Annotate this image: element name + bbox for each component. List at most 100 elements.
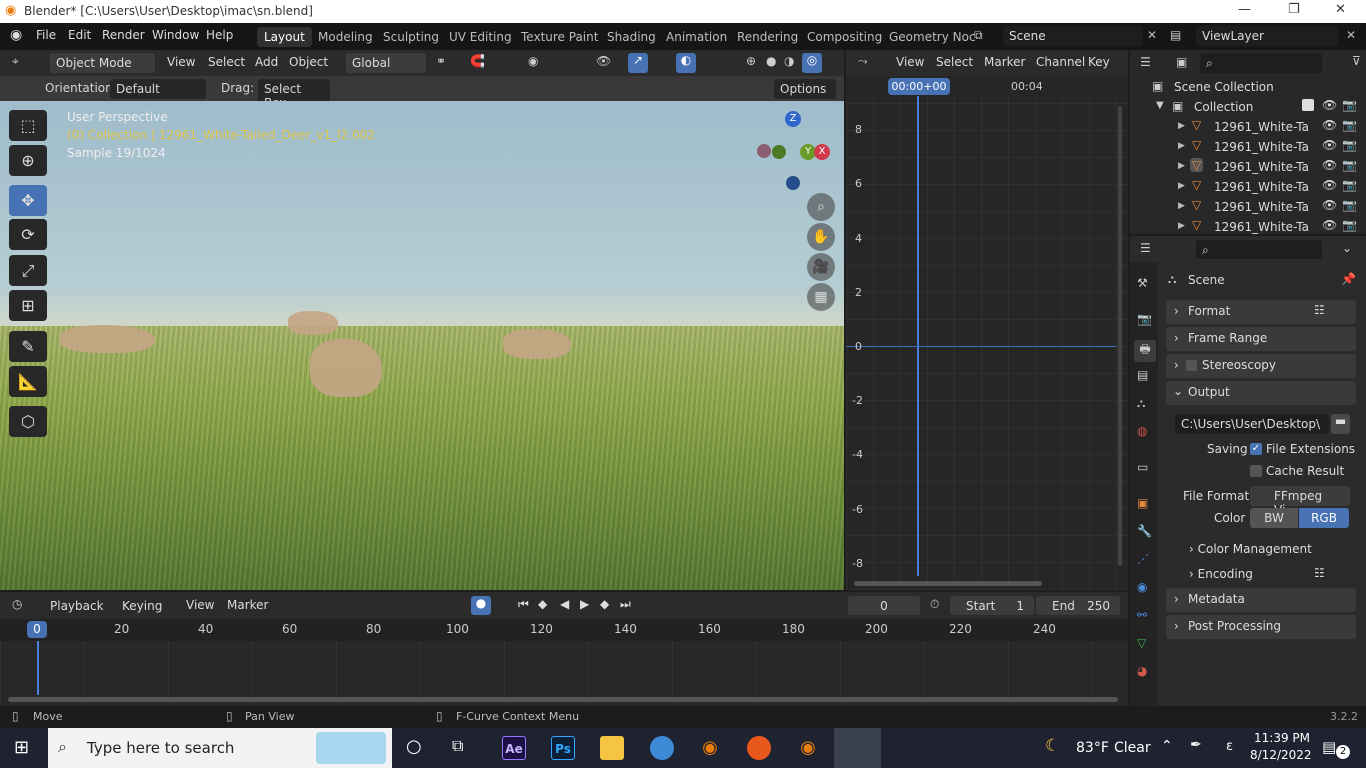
encoding-subpanel[interactable]: › Encoding [1189,567,1253,581]
blender-app-icon[interactable]: ◉ [796,736,820,760]
camera-render-icon[interactable]: 📷 [1342,198,1357,212]
play-reverse-icon[interactable]: ◀ [560,597,569,611]
deer-model[interactable] [310,339,382,397]
perspective-grid-icon[interactable]: ▦ [807,283,835,311]
cortana-icon[interactable]: ○ [406,736,422,757]
gizmo-neg-x-axis[interactable] [757,144,771,158]
timeline-area[interactable] [0,641,1128,706]
add-cube-tool[interactable]: ⬡ [9,406,47,437]
frame-range-panel-header[interactable]: › Frame Range [1166,327,1356,351]
outliner-object-row[interactable]: ▶ ▽ 12961_White-Ta 👁 📷 [1130,158,1366,178]
after-effects-icon[interactable]: Ae [502,736,526,760]
outliner-type-icon[interactable]: ☰ [1140,55,1151,69]
file-format-select[interactable]: FFmpeg Vi... [1250,486,1350,517]
transform-orientation-select[interactable]: Global [346,53,426,73]
orientation-select[interactable]: Default [110,79,206,99]
outliner-object-row[interactable]: ▶ ▽ 12961_White-Ta 👁 📷 [1130,178,1366,198]
file-explorer-icon[interactable] [600,736,624,760]
output-path-field[interactable]: C:\Users\User\Desktop\ [1175,414,1329,434]
blender-menu-icon[interactable]: ◉ [10,27,22,43]
preview-range-icon[interactable]: ⏱ [930,597,939,612]
graph-menu-channel[interactable]: Channel [1036,55,1085,69]
eye-icon[interactable]: 👁 [1322,138,1337,152]
pen-icon[interactable]: ✒ [1190,737,1202,753]
expand-arrow-icon[interactable]: ▶ [1178,121,1185,131]
menu-file[interactable]: File [36,28,56,42]
proportional-edit-icon[interactable]: ◉ [528,54,538,68]
overlay-toggle-icon[interactable]: ◐ [676,53,696,73]
output-tab-icon[interactable]: 🖶 [1134,340,1156,362]
workspace-tab-rendering[interactable]: Rendering [730,27,805,47]
properties-search-input[interactable]: ⌕ [1196,240,1322,259]
mode-select[interactable]: Object Mode [50,53,155,73]
collection-checkbox[interactable] [1302,99,1314,111]
eye-icon[interactable]: 👁 [1322,158,1337,172]
start-frame-field[interactable]: Start 1 [950,596,1034,615]
playback-menu[interactable]: Playback [44,596,114,616]
auto-keying-icon[interactable]: ● [471,596,491,615]
deer-model[interactable] [60,325,155,353]
camera-render-icon[interactable]: 📷 [1342,218,1357,232]
prev-keyframe-icon[interactable]: ◆ [538,597,547,611]
pan-hand-icon[interactable]: ✋ [807,223,835,251]
metadata-panel-header[interactable]: › Metadata [1166,588,1356,612]
output-panel-header[interactable]: ⌄ Output [1166,381,1356,405]
expand-arrow-icon[interactable]: ▶ [1178,201,1185,211]
notifications-icon[interactable]: ▤ [1322,738,1336,756]
cache-result-checkbox[interactable] [1250,465,1262,477]
annotate-tool[interactable]: ✎ [9,331,47,362]
deer-model[interactable] [503,329,571,359]
particles-tab-icon[interactable]: ⋰ [1137,552,1149,566]
properties-type-icon[interactable]: ☰ [1140,241,1151,255]
stereoscopy-panel-header[interactable]: › Stereoscopy [1166,354,1356,378]
folder-icon[interactable]: ▬ [1331,414,1350,434]
camera-render-icon[interactable]: 📷 [1342,118,1357,132]
blender-app-icon[interactable]: ◉ [698,736,722,760]
wireframe-shading-icon[interactable]: ⊕ [746,54,756,68]
scene-tab-icon[interactable]: ⛬ [1137,396,1145,411]
presets-list-icon[interactable]: ☷ [1314,303,1325,317]
timeline-playhead-label[interactable]: 0 [27,621,47,638]
viewport-menu-select[interactable]: Select [208,55,245,69]
workspace-tab-geometry-nodes[interactable]: Geometry Noc [882,27,983,47]
scene-name-field[interactable]: Scene [1003,26,1143,46]
current-frame-field[interactable]: 0 [848,596,920,615]
weather-condition[interactable]: Clear [1114,740,1151,756]
menu-edit[interactable]: Edit [68,28,91,42]
outliner-object-row[interactable]: ▶ ▽ 12961_White-Ta 👁 📷 [1130,138,1366,158]
remove-view-layer-icon[interactable]: ✕ [1346,28,1356,42]
expand-arrow-icon[interactable]: ▶ [1178,221,1185,231]
options-dropdown[interactable]: Options [774,79,836,99]
windows-start-icon[interactable]: ⊞ [14,737,29,758]
color-rgb-button[interactable]: RGB [1299,508,1349,528]
outliner-collection[interactable]: ▼ ▣ Collection 👁 📷 [1130,98,1366,118]
collection-tab-icon[interactable]: ▭ [1137,460,1148,474]
eye-icon[interactable]: 👁 [1322,178,1337,192]
snap-icon[interactable]: 🧲 [470,54,485,68]
format-panel-header[interactable]: › Format ☷ [1166,300,1356,324]
clock-date[interactable]: 8/12/2022 [1250,748,1312,762]
workspace-tab-shading[interactable]: Shading [600,27,663,47]
viewport-menu-object[interactable]: Object [289,55,328,69]
timeline-scrollbar[interactable] [8,697,1118,702]
firefox-icon[interactable] [747,736,771,760]
pivot-icon[interactable]: ⚭ [436,54,446,68]
gizmo-toggle-icon[interactable]: ↗ [628,53,648,73]
graph-menu-marker[interactable]: Marker [984,55,1025,69]
select-box-tool[interactable]: ⬚ [9,110,47,141]
camera-render-icon[interactable]: 📷 [1342,98,1357,112]
remove-scene-icon[interactable]: ✕ [1147,28,1157,42]
keying-menu[interactable]: Keying [116,596,176,616]
render-tab-icon[interactable]: 📷 [1137,312,1152,326]
graph-menu-select[interactable]: Select [936,55,973,69]
gizmo-neg-y-axis[interactable] [772,145,786,159]
scale-tool[interactable]: ⤢ [9,255,47,286]
material-shading-icon[interactable]: ◑ [784,54,794,68]
graph-editor-type-icon[interactable]: ⤳ [858,54,868,69]
workspace-tab-animation[interactable]: Animation [659,27,734,47]
eye-icon[interactable]: 👁 [1322,98,1337,112]
rendered-shading-icon[interactable]: ◎ [802,53,822,73]
view-layer-field[interactable]: ViewLayer [1196,26,1338,46]
eye-icon[interactable]: 👁 [1322,198,1337,212]
color-bw-button[interactable]: BW [1250,508,1298,528]
